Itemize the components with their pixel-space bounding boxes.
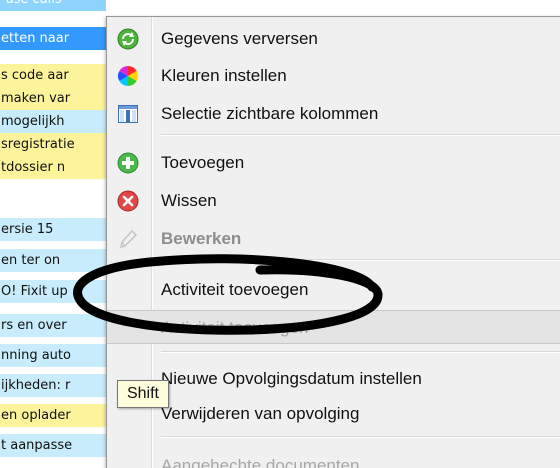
list-item[interactable]: tdossier n (0, 156, 106, 179)
list-item[interactable]: ersie 15 (0, 218, 106, 241)
menu-item-label: Aangehechte documenten (161, 456, 360, 468)
refresh-icon (117, 28, 139, 50)
list-item[interactable]: en ter on (0, 249, 106, 272)
add-icon (117, 152, 139, 174)
menu-item-label: Activiteit toevoegen (161, 280, 309, 299)
list-item[interactable]: -ase calls (0, 0, 106, 11)
menu-item-attached-documents[interactable]: Aangehechte documenten (107, 449, 560, 468)
menu-item-label: Bewerken (161, 229, 242, 248)
menu-item-label: Selectie zichtbare kolommen (161, 104, 379, 123)
list-item[interactable]: O! Fixit up (0, 280, 106, 303)
list-item[interactable]: s code aar (0, 64, 106, 87)
background-list: -ase calls etten naar s code aar maken v… (0, 0, 106, 468)
menu-separator (161, 259, 560, 261)
menu-item-add[interactable]: Toevoegen (107, 146, 560, 180)
menu-item-label: Kleuren instellen (161, 66, 287, 85)
list-item[interactable]: nning auto (0, 344, 106, 367)
list-item[interactable]: t aanpasse (0, 434, 106, 457)
list-item[interactable]: etten naar (0, 27, 106, 50)
menu-item-label: Toevoegen (161, 153, 245, 172)
context-menu: Gegevens verversen Kleuren instellen Sel… (106, 16, 560, 468)
menu-item-add-activity-hovered[interactable]: Activiteit toevoegen (107, 310, 560, 344)
list-item[interactable]: rs en over (0, 314, 106, 337)
menu-item-remove-followup[interactable]: Verwijderen van opvolging (107, 397, 560, 431)
list-item[interactable]: sregistratie (0, 133, 106, 156)
menu-item-delete[interactable]: Wissen (107, 184, 560, 218)
menu-item-label: Verwijderen van opvolging (161, 404, 360, 423)
menu-item-label: Nieuwe Opvolgingsdatum instellen (161, 369, 422, 388)
menu-item-new-followup-date[interactable]: Nieuwe Opvolgingsdatum instellen (107, 362, 560, 396)
list-item[interactable]: mogelijkh (0, 110, 106, 133)
menu-item-edit[interactable]: Bewerken (107, 222, 560, 256)
menu-item-set-colors[interactable]: Kleuren instellen (107, 59, 560, 93)
color-wheel-icon (117, 65, 139, 87)
menu-item-add-activity[interactable]: Activiteit toevoegen (107, 273, 560, 307)
menu-separator (161, 134, 560, 136)
list-item[interactable]: maken var (0, 87, 106, 110)
menu-item-label: Activiteit toevoegen (161, 318, 309, 337)
columns-icon (117, 103, 139, 125)
delete-icon (117, 190, 139, 212)
tooltip-shift: Shift (117, 380, 169, 408)
menu-item-refresh[interactable]: Gegevens verversen (107, 22, 560, 56)
edit-icon (117, 228, 139, 250)
menu-separator (161, 351, 560, 353)
menu-item-label: Wissen (161, 191, 217, 210)
menu-item-visible-columns[interactable]: Selectie zichtbare kolommen (107, 97, 560, 131)
list-item[interactable]: ijkheden: r (0, 374, 106, 397)
menu-separator (161, 436, 560, 438)
menu-item-label: Gegevens verversen (161, 29, 318, 48)
list-item[interactable]: en oplader (0, 404, 106, 427)
